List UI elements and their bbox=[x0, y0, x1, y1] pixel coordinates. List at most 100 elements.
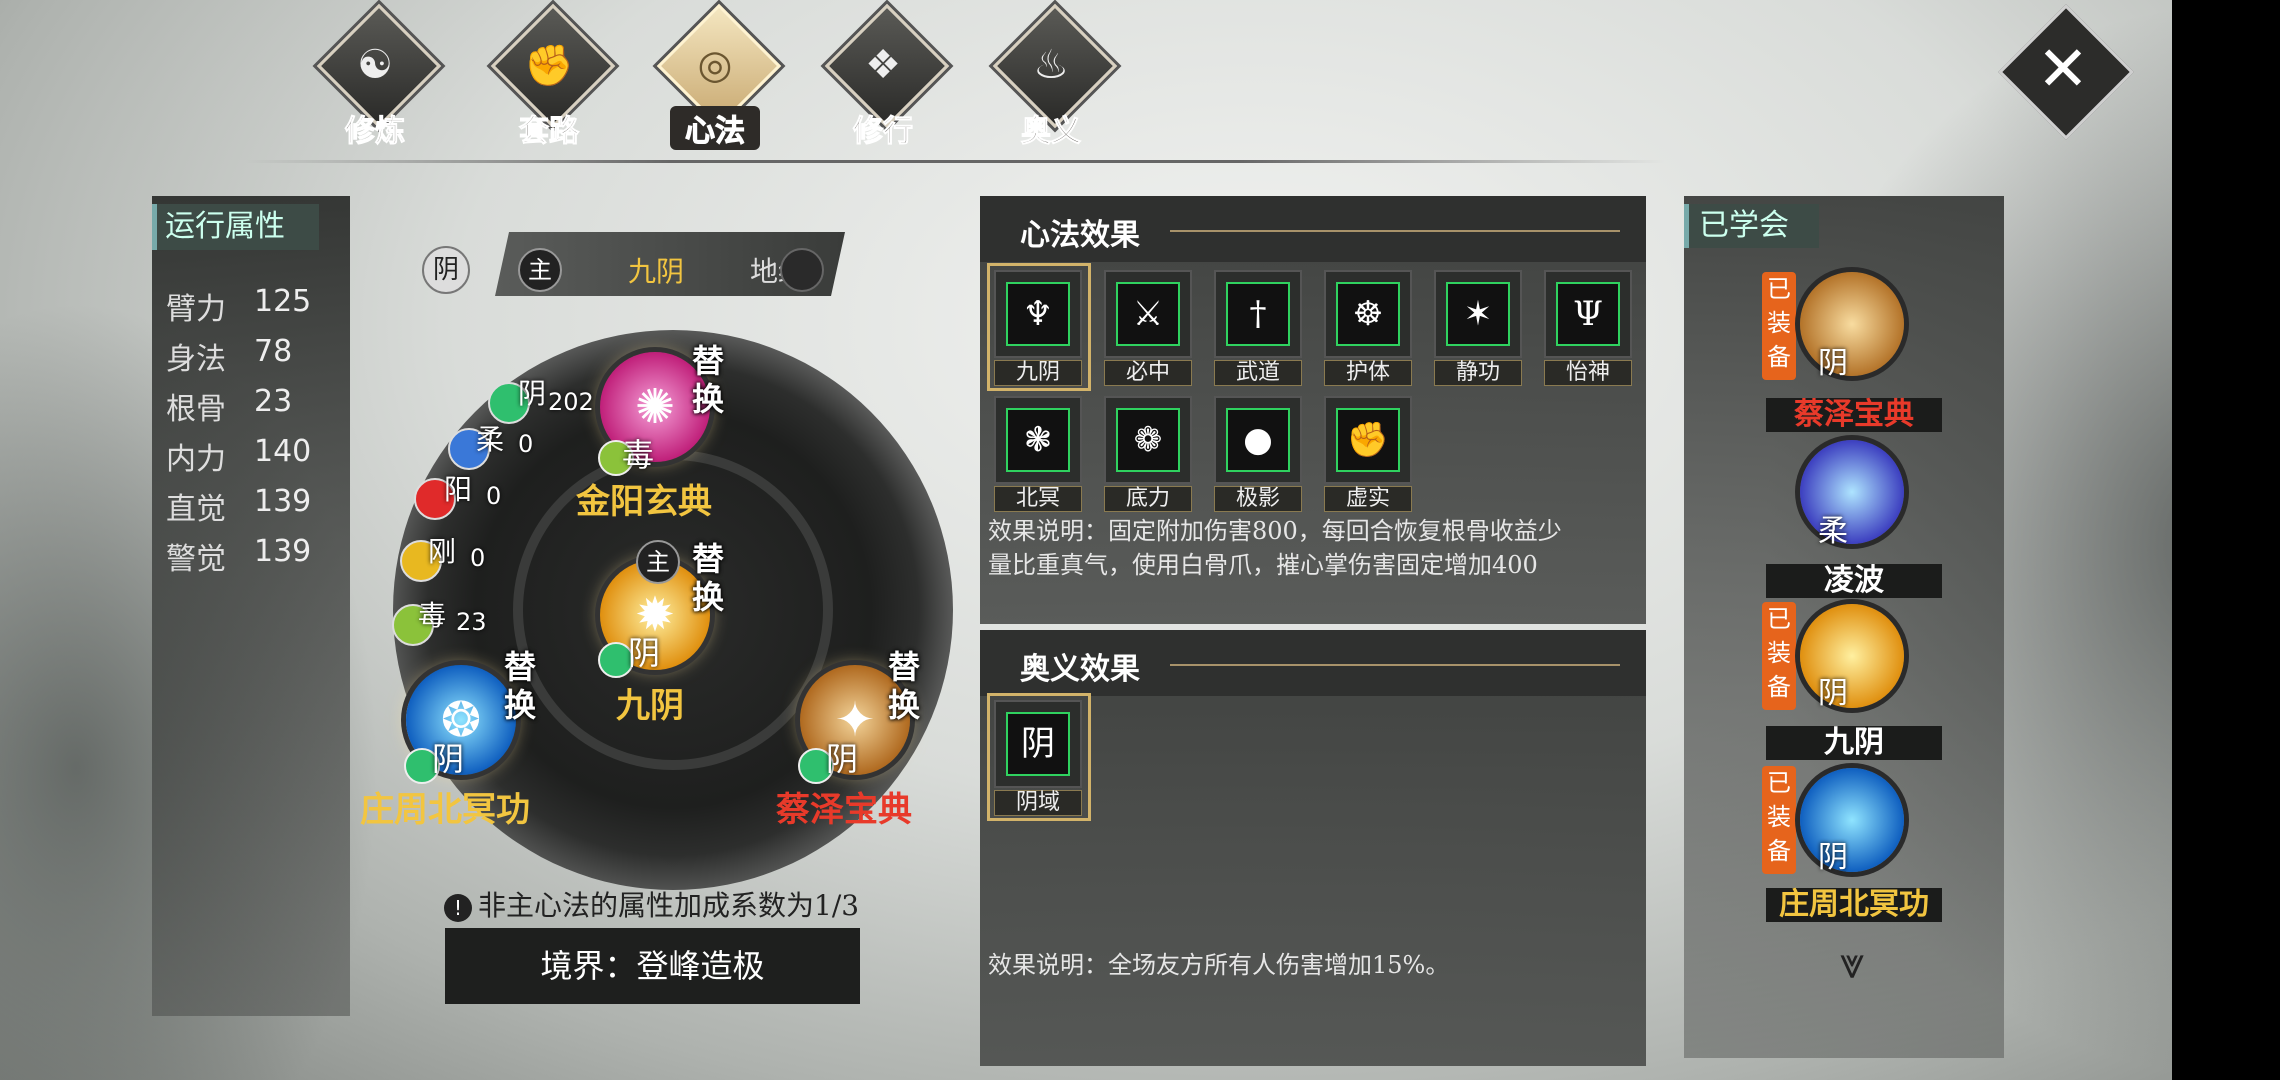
trident-icon: ♆ bbox=[1006, 282, 1070, 346]
aoyi-effects-header: 奥义效果 bbox=[980, 630, 1646, 696]
element-name: 阴 bbox=[518, 377, 547, 410]
effect-skill[interactable]: † 武道 bbox=[1210, 266, 1308, 388]
effect-skill[interactable]: ❃ 北冥 bbox=[990, 392, 1088, 514]
effect-skill[interactable]: ● 极影 bbox=[1210, 392, 1308, 514]
type-tag-top: 毒 bbox=[622, 436, 655, 474]
attribute-row: 直觉 139 bbox=[166, 484, 312, 527]
realm-display: 境界：登峰造极 bbox=[445, 928, 860, 1004]
equipped-badge: 已装备 bbox=[1762, 766, 1796, 874]
effect-skill[interactable]: Ψ 怡神 bbox=[1540, 266, 1638, 388]
type-label: 柔 bbox=[1818, 514, 1848, 549]
dragon-icon: ❁ bbox=[1116, 408, 1180, 472]
attribute-row: 身法 78 bbox=[166, 334, 293, 377]
equipped-badge: 已装备 bbox=[1762, 602, 1796, 710]
learned-name: 九阴 bbox=[1766, 726, 1942, 760]
xinfa-effects-panel: 心法效果 ♆ 九阴 ⚔ 必中 † 武道 ☸ 护体 ✶ 静功 Ψ 怡神 ❃ 北冥 ❁ 底力 ● 极影… bbox=[980, 196, 1646, 624]
element-value: 0 bbox=[470, 544, 486, 572]
mode-option-jiuyin[interactable]: 九阴 bbox=[628, 250, 684, 290]
bonus-note: ! 非主心法的属性加成系数为1/3 bbox=[444, 884, 859, 924]
element-value: 23 bbox=[456, 608, 487, 636]
fist-icon: ✊ bbox=[524, 43, 574, 89]
close-icon: ✕ bbox=[2037, 32, 2089, 105]
header-divider bbox=[245, 160, 1665, 163]
aoyi-effects-title: 奥义效果 bbox=[1020, 652, 1140, 687]
effect-skill[interactable]: ⚔ 必中 bbox=[1100, 266, 1198, 388]
element-name: 柔 bbox=[476, 423, 505, 456]
main-badge: 主 bbox=[518, 248, 562, 292]
learned-xinfa-caize[interactable] bbox=[1800, 272, 1904, 376]
ying-yang-icon: ☯ bbox=[357, 42, 393, 88]
type-tag-center: 阴 bbox=[628, 634, 661, 672]
element-name: 刚 bbox=[428, 535, 457, 568]
tab-taolu[interactable]: ✊ 套路 bbox=[474, 3, 624, 150]
xinfa-effects-title: 心法效果 bbox=[1020, 218, 1140, 253]
flame-icon: ♨ bbox=[1033, 42, 1069, 88]
xinfa-name-left: 庄周北冥功 bbox=[360, 790, 530, 830]
yin-mode-toggle[interactable]: 阴 bbox=[422, 246, 470, 294]
tab-aoyi[interactable]: ♨ 奥义 bbox=[976, 3, 1126, 150]
swirl-icon: ◎ bbox=[697, 42, 733, 88]
figure-icon: ✶ bbox=[1446, 282, 1510, 346]
learned-title: 已学会 bbox=[1684, 204, 1819, 248]
attribute-row: 内力 140 bbox=[166, 434, 312, 477]
swap-button-top[interactable]: 替换 bbox=[692, 342, 728, 418]
aoyi-skill[interactable]: 阴阴域 bbox=[987, 693, 1091, 821]
attribute-row: 臂力 125 bbox=[166, 284, 312, 327]
screen-edge-bar bbox=[2172, 0, 2280, 1080]
crossed-swords-icon: ⚔ bbox=[1116, 282, 1180, 346]
element-value: 202 bbox=[548, 388, 594, 416]
type-label: 阴 bbox=[1818, 346, 1848, 381]
mode-dot-icon bbox=[780, 248, 824, 292]
effect-skill[interactable]: ❁ 底力 bbox=[1100, 392, 1198, 514]
element-name: 阳 bbox=[444, 473, 473, 506]
xinfa-emblem-icon: ✺ bbox=[634, 379, 676, 435]
xinfa-effect-description: 效果说明：固定附加伤害800，每回合恢复根骨收益少 量比重真气，使用白骨爪，摧心… bbox=[988, 517, 1562, 579]
learned-xinfa-jiuyin[interactable] bbox=[1800, 604, 1904, 708]
xinfa-effects-header: 心法效果 bbox=[980, 196, 1646, 262]
type-tag-left: 阴 bbox=[432, 740, 465, 778]
equipped-badge: 已装备 bbox=[1762, 272, 1796, 380]
effect-skill[interactable]: ☸ 护体 bbox=[1320, 266, 1418, 388]
sword-icon: † bbox=[1226, 282, 1290, 346]
scroll-icon: ❖ bbox=[865, 42, 901, 88]
type-label: 阴 bbox=[1818, 840, 1848, 875]
fork-icon: Ψ bbox=[1556, 282, 1620, 346]
attributes-title: 运行属性 bbox=[152, 204, 319, 250]
tab-xiulian[interactable]: ☯ 修炼 bbox=[300, 3, 450, 150]
learned-name: 蔡泽宝典 bbox=[1766, 398, 1942, 432]
element-value: 0 bbox=[486, 482, 502, 510]
info-icon: ! bbox=[444, 894, 472, 922]
learned-name: 凌波 bbox=[1766, 564, 1942, 598]
xinfa-name-top: 金阳玄典 bbox=[576, 482, 712, 522]
xinfa-name-right: 蔡泽宝典 bbox=[776, 790, 912, 830]
element-name: 毒 bbox=[418, 599, 447, 632]
yin-field-icon: 阴 bbox=[1006, 712, 1070, 776]
swap-button-left[interactable]: 替换 bbox=[504, 648, 540, 724]
scroll-down-icon[interactable]: ⩔ bbox=[1822, 938, 1882, 989]
shadow-icon: ● bbox=[1226, 408, 1290, 472]
tab-xinfa[interactable]: ◎ 心法 bbox=[640, 3, 790, 150]
effect-skill[interactable]: ♆ 九阴 bbox=[987, 263, 1091, 391]
guardian-icon: ☸ bbox=[1336, 282, 1400, 346]
attribute-row: 警觉 139 bbox=[166, 534, 312, 577]
type-tag-right: 阴 bbox=[826, 740, 859, 778]
tab-xiuxing[interactable]: ❖ 修行 bbox=[808, 3, 958, 150]
fist-icon: ✊ bbox=[1336, 408, 1400, 472]
xinfa-name-center: 九阴 bbox=[616, 686, 684, 726]
learned-xinfa-beiming[interactable] bbox=[1800, 768, 1904, 872]
swap-button-right[interactable]: 替换 bbox=[888, 648, 924, 724]
vortex-icon: ❃ bbox=[1006, 408, 1070, 472]
element-value: 0 bbox=[518, 430, 534, 458]
aoyi-effect-description: 效果说明：全场友方所有人伤害增加15%。 bbox=[988, 951, 1450, 979]
type-label: 阴 bbox=[1818, 676, 1848, 711]
swap-button-center[interactable]: 替换 bbox=[692, 540, 728, 616]
effect-skill[interactable]: ✊ 虚实 bbox=[1320, 392, 1418, 514]
bonus-note-text: 非主心法的属性加成系数为1/3 bbox=[478, 889, 860, 922]
main-badge-center: 主 bbox=[636, 540, 680, 584]
learned-xinfa-lingbo[interactable] bbox=[1800, 440, 1904, 544]
attribute-row: 根骨 23 bbox=[166, 384, 293, 427]
running-attributes-panel: 运行属性 臂力 125 身法 78 根骨 23 内力 140 直觉 139 警觉 139 bbox=[152, 196, 350, 1016]
learned-name: 庄周北冥功 bbox=[1766, 888, 1942, 922]
effect-skill[interactable]: ✶ 静功 bbox=[1430, 266, 1528, 388]
aoyi-effects-panel: 奥义效果 阴阴域 效果说明：全场友方所有人伤害增加15%。 bbox=[980, 630, 1646, 1066]
